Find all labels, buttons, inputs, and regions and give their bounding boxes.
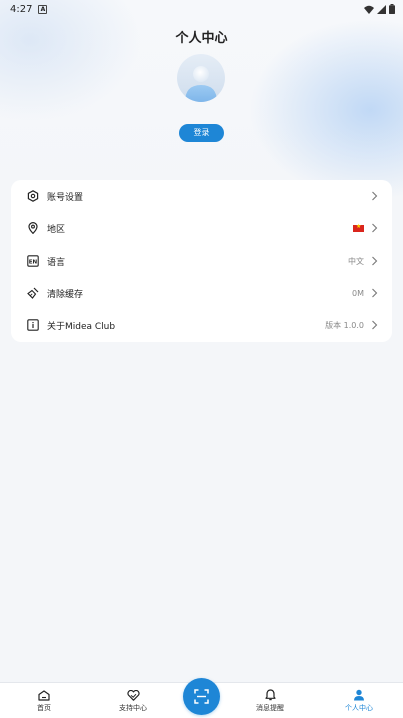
- heart-support-icon: [126, 689, 140, 701]
- settings-row-value: 版本 1.0.0: [325, 320, 364, 330]
- avatar[interactable]: [177, 54, 225, 102]
- location-pin-icon: [27, 222, 39, 234]
- settings-row-label: 账号设置: [47, 192, 84, 203]
- wifi-icon: [364, 5, 374, 14]
- nav-item-profile[interactable]: 个人中心: [329, 683, 389, 718]
- nav-label: 个人中心: [345, 704, 373, 712]
- status-left: 4:27 A: [10, 3, 48, 15]
- settings-row-label: 清除缓存: [47, 289, 84, 300]
- cellular-icon: [377, 4, 386, 14]
- info-icon: [27, 319, 39, 331]
- login-button[interactable]: 登录: [179, 124, 224, 142]
- nav-item-messages[interactable]: 消息提醒: [240, 683, 300, 718]
- chevron-right-icon: [372, 256, 378, 266]
- nav-item-support[interactable]: 支持中心: [103, 683, 163, 718]
- bell-icon: [264, 689, 276, 701]
- nav-label: 首页: [37, 703, 51, 712]
- settings-row-clear-cache[interactable]: 清除缓存 0M: [11, 277, 392, 309]
- scan-button[interactable]: [183, 678, 220, 715]
- settings-card: 账号设置 地区 EN 语言 中文 清除缓存 0M 关于Midea Club 版本…: [11, 180, 392, 342]
- nav-item-home[interactable]: 首页: [14, 683, 74, 718]
- nav-label: 支持中心: [119, 703, 147, 712]
- settings-row-value: 中文: [348, 256, 364, 266]
- chevron-right-icon: [372, 191, 378, 201]
- battery-icon: [389, 4, 395, 14]
- status-time: 4:27: [10, 3, 33, 15]
- settings-row-account[interactable]: 账号设置: [11, 180, 392, 212]
- home-icon: [38, 689, 50, 701]
- notification-a-icon: A: [38, 4, 48, 14]
- chevron-right-icon: [372, 288, 378, 298]
- chevron-right-icon: [372, 223, 378, 233]
- vietnam-flag-icon: [353, 223, 364, 232]
- default-avatar-icon: [185, 66, 217, 102]
- settings-row-value: 0M: [352, 288, 364, 298]
- broom-icon: [27, 287, 39, 299]
- settings-row-label: 关于Midea Club: [47, 321, 116, 332]
- settings-row-about[interactable]: 关于Midea Club 版本 1.0.0: [11, 309, 392, 341]
- settings-row-region[interactable]: 地区: [11, 212, 392, 244]
- scan-icon: [194, 689, 209, 704]
- svg-text:EN: EN: [29, 259, 38, 265]
- chevron-right-icon: [372, 320, 378, 330]
- status-bar: 4:27 A: [0, 0, 403, 18]
- settings-row-label: 地区: [47, 224, 66, 235]
- settings-row-language[interactable]: EN 语言 中文: [11, 245, 392, 277]
- shield-hex-icon: [27, 190, 39, 202]
- settings-row-label: 语言: [47, 257, 66, 268]
- page-title: 个人中心: [175, 31, 228, 46]
- status-right: [364, 4, 395, 14]
- person-icon: [354, 689, 364, 701]
- nav-label: 消息提醒: [256, 704, 284, 712]
- language-en-icon: EN: [27, 255, 39, 267]
